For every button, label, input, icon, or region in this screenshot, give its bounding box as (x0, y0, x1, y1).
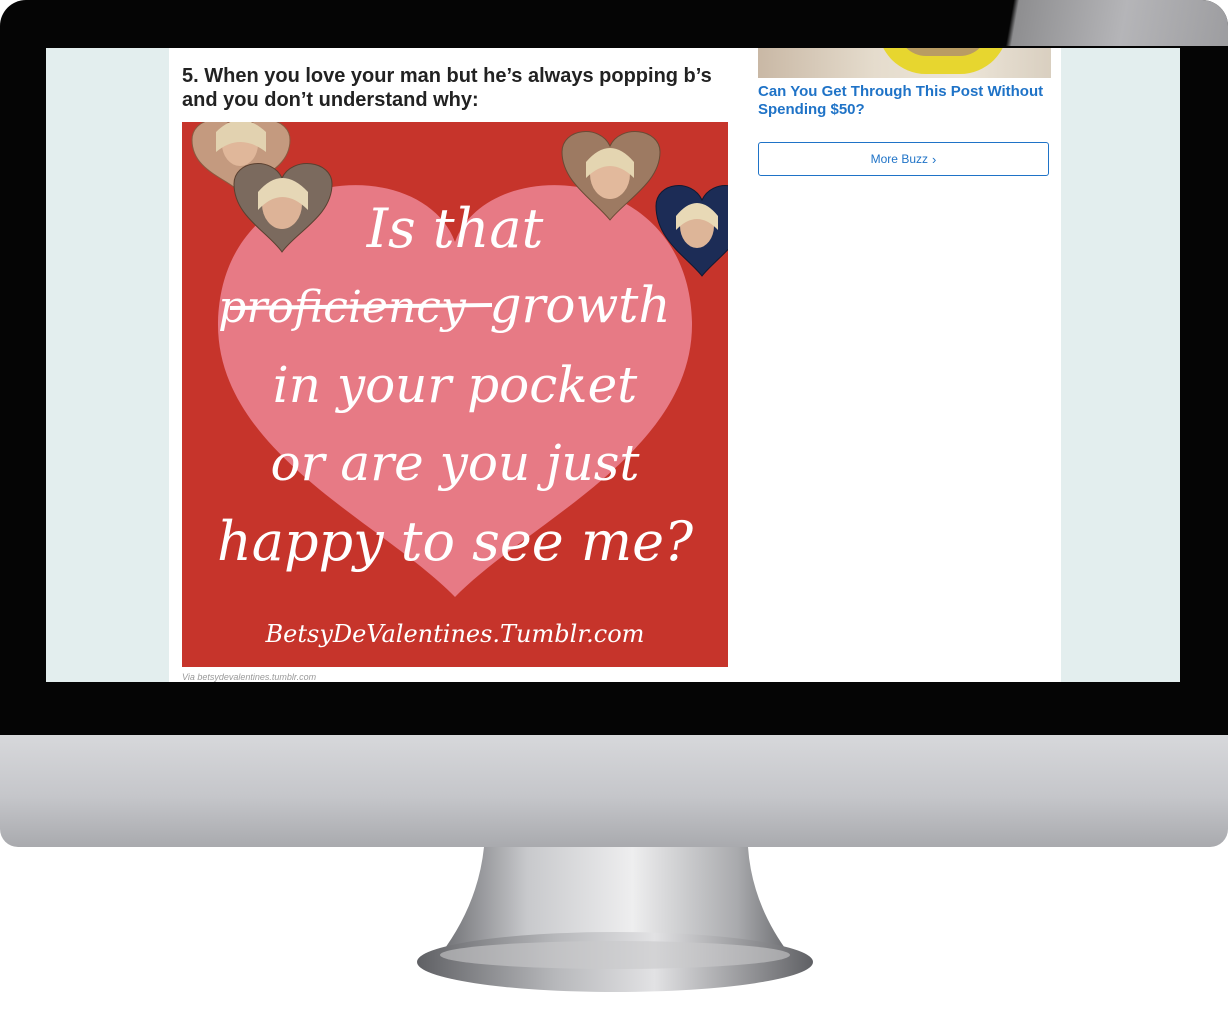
screen: 5. When you love your man but he’s alway… (46, 48, 1180, 682)
more-buzz-button[interactable]: More Buzz › (758, 142, 1049, 176)
valentine-line-1: Is that (366, 197, 544, 260)
chevron-right-icon: › (932, 151, 937, 167)
valentine-card-image: Is that proficiency growth in your pocke… (182, 122, 728, 667)
valentine-line-5: happy to see me? (217, 510, 694, 573)
watermark-text: BetsyDeValentines.Tumblr.com (265, 620, 645, 648)
list-item-headline: 5. When you love your man but he’s alway… (182, 65, 712, 111)
promo-thumbnail[interactable] (758, 48, 1051, 78)
image-caption: Via betsydevalentines.tumblr.com (182, 672, 317, 682)
promo-link[interactable]: Can You Get Through This Post Without Sp… (758, 83, 1058, 119)
more-buzz-label: More Buzz (870, 152, 928, 166)
valentine-line-2: growth (489, 276, 670, 334)
valentine-line-4: or are you just (271, 434, 641, 492)
valentine-line-3: in your pocket (273, 356, 638, 414)
article-page: 5. When you love your man but he’s alway… (169, 48, 1061, 682)
